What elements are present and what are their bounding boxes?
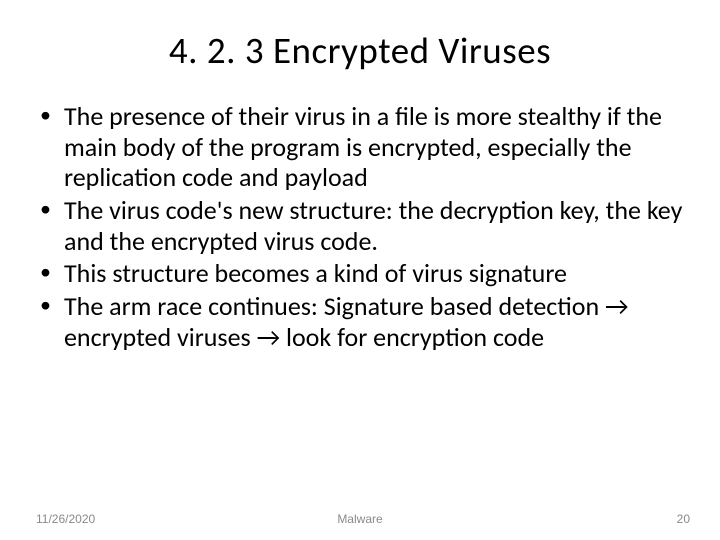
slide-body: The presence of their virus in a file is… — [0, 83, 720, 352]
bullet-item: The arm race continues: Signature based … — [36, 291, 684, 352]
bullet-item: The presence of their virus in a file is… — [36, 101, 684, 193]
bullet-item: This structure becomes a kind of virus s… — [36, 258, 684, 289]
bullet-item: The virus code's new structure: the decr… — [36, 195, 684, 256]
slide: 4. 2. 3 Encrypted Viruses The presence o… — [0, 0, 720, 540]
footer-page-number: 20 — [677, 512, 690, 526]
slide-title: 4. 2. 3 Encrypted Viruses — [0, 0, 720, 83]
bullet-list: The presence of their virus in a file is… — [36, 101, 684, 352]
footer-center: Malware — [0, 512, 720, 526]
